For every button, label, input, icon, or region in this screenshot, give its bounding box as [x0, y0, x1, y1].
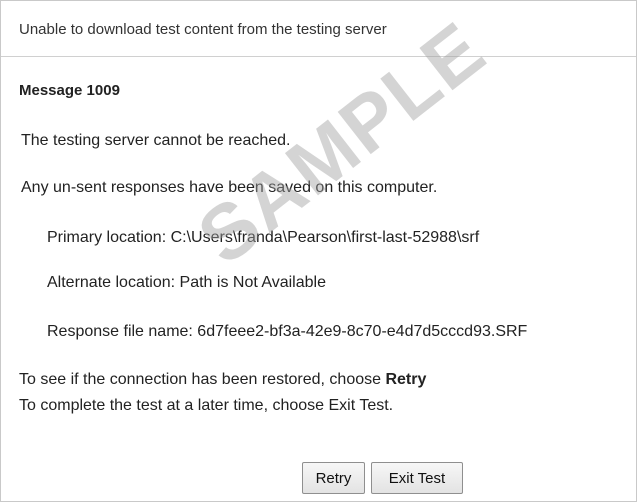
- server-unreachable-text: The testing server cannot be reached.: [21, 132, 291, 149]
- primary-location-text: Primary location: C:\Users\franda\Pearso…: [47, 229, 480, 246]
- alternate-location-text: Alternate location: Path is Not Availabl…: [47, 274, 326, 291]
- message-heading: Message 1009: [19, 82, 120, 99]
- dialog-title: Unable to download test content from the…: [19, 21, 387, 38]
- retry-instruction-prefix: To see if the connection has been restor…: [19, 371, 386, 388]
- retry-instruction-keyword: Retry: [385, 371, 427, 388]
- response-file-text: Response file name: 6d7feee2-bf3a-42e9-8…: [47, 323, 528, 340]
- retry-button[interactable]: Retry: [302, 462, 365, 494]
- dialog-title-bar: Unable to download test content from the…: [1, 1, 636, 57]
- retry-instruction: To see if the connection has been restor…: [19, 371, 426, 389]
- exit-instruction: To complete the test at a later time, ch…: [19, 397, 394, 414]
- exit-test-button[interactable]: Exit Test: [371, 462, 463, 494]
- saved-notice-text: Any un-sent responses have been saved on…: [21, 179, 438, 196]
- error-dialog: Unable to download test content from the…: [0, 0, 637, 502]
